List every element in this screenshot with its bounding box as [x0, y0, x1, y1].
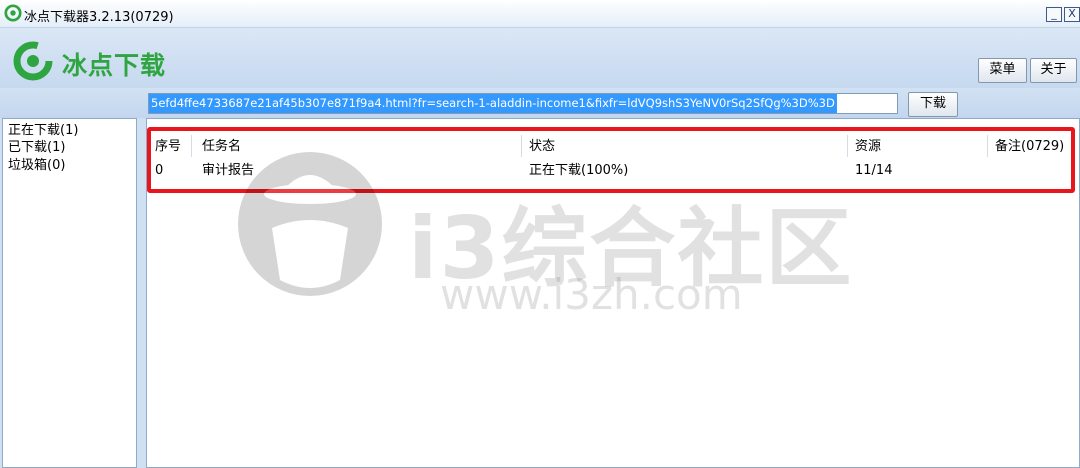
- close-button[interactable]: X: [1064, 7, 1080, 22]
- url-input[interactable]: 5efd4ffe4733687e21af45b307e871f9a4.html?…: [148, 93, 898, 114]
- about-button[interactable]: 关于: [1030, 58, 1077, 83]
- download-button[interactable]: 下载: [908, 92, 958, 117]
- category-sidebar: 正在下载(1) 已下载(1) 垃圾箱(0): [2, 118, 137, 468]
- sidebar-item-downloaded[interactable]: 已下载(1): [8, 139, 65, 156]
- sidebar-item-downloading[interactable]: 正在下载(1): [8, 122, 78, 139]
- url-input-value: 5efd4ffe4733687e21af45b307e871f9a4.html?…: [149, 94, 837, 113]
- sidebar-item-trash[interactable]: 垃圾箱(0): [8, 157, 65, 174]
- watermark-logo-icon: [238, 152, 382, 296]
- watermark-url: www.i3zh.com: [440, 270, 743, 319]
- brand-logo-icon: [13, 41, 53, 81]
- app-logo-icon: [4, 4, 22, 22]
- title-bar: 冰点下载器3.2.13(0729) _ X: [0, 0, 1080, 28]
- app-header: 冰点下载: [0, 28, 1080, 88]
- window-title: 冰点下载器3.2.13(0729): [24, 10, 174, 25]
- url-toolbar: 5efd4ffe4733687e21af45b307e871f9a4.html?…: [0, 88, 1080, 118]
- brand-name: 冰点下载: [62, 51, 167, 80]
- minimize-button[interactable]: _: [1046, 7, 1062, 22]
- menu-button[interactable]: 菜单: [978, 58, 1027, 83]
